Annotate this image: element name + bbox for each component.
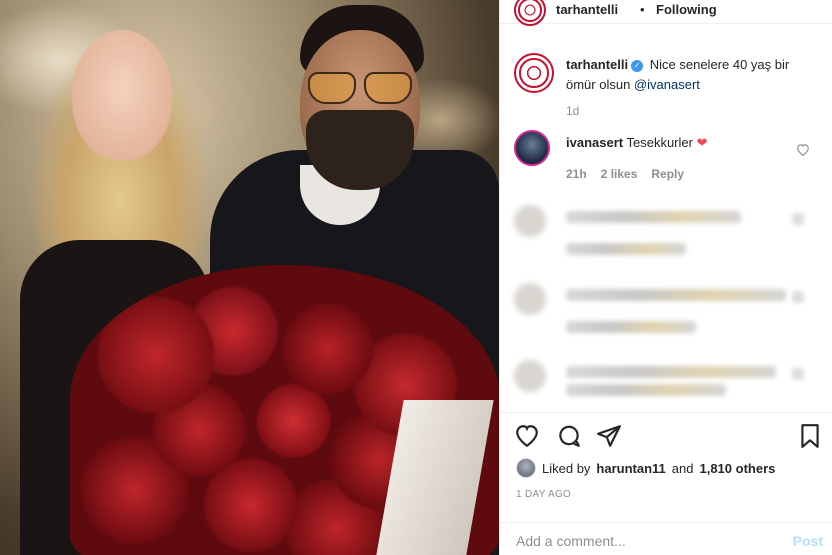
comment-input[interactable] xyxy=(516,533,766,549)
caption-age[interactable]: 1d xyxy=(566,104,816,118)
comment-icon[interactable] xyxy=(556,423,582,449)
share-icon[interactable] xyxy=(596,423,622,449)
blurred-text xyxy=(566,289,786,301)
header-username[interactable]: tarhantelli xyxy=(556,2,618,17)
follow-status-button[interactable]: Following xyxy=(656,2,717,17)
blurred-avatar xyxy=(514,205,546,237)
reply-body: ivanasert Tesekkurler ❤ xyxy=(566,133,796,153)
likes-count[interactable]: 1,810 others xyxy=(699,461,775,476)
liker-avatar[interactable] xyxy=(516,458,536,478)
reply-meta: 21h 2 likes Reply xyxy=(566,167,796,181)
bookmark-icon[interactable] xyxy=(797,423,823,449)
woman-face xyxy=(72,30,172,160)
blurred-comment xyxy=(514,283,814,343)
header-avatar[interactable] xyxy=(514,0,546,26)
likes-prefix: Liked by xyxy=(542,460,591,476)
heart-emoji: ❤ xyxy=(696,135,708,150)
post-timestamp[interactable]: 1 DAY AGO xyxy=(516,489,571,500)
caption-avatar[interactable] xyxy=(514,53,554,93)
post-button[interactable]: Post xyxy=(793,533,823,549)
blurred-text xyxy=(566,211,741,223)
reply-likes[interactable]: 2 likes xyxy=(601,167,638,181)
blurred-heart-icon xyxy=(792,368,804,380)
blurred-text-2 xyxy=(566,384,726,396)
blurred-heart-icon xyxy=(792,213,804,225)
likes-joiner: and xyxy=(671,460,694,476)
reply-button[interactable]: Reply xyxy=(651,167,684,181)
post-actions-bar xyxy=(500,412,832,458)
post-photo[interactable] xyxy=(0,0,499,555)
like-heart-icon[interactable] xyxy=(514,423,540,449)
blurred-avatar xyxy=(514,360,546,392)
caption-body: tarhantelli ✓ Nice senelere 40 yaş bir öm… xyxy=(566,55,816,95)
likes-summary: Liked by haruntan11 and 1,810 others xyxy=(516,458,775,478)
blurred-comment xyxy=(514,205,814,265)
reply-age[interactable]: 21h xyxy=(566,167,587,181)
add-comment-bar: Post xyxy=(500,522,832,555)
blurred-avatar xyxy=(514,283,546,315)
header-dot: • xyxy=(640,2,645,17)
caption-mention[interactable]: @ivanasert xyxy=(634,77,700,92)
blurred-heart-icon xyxy=(792,291,804,303)
reply-text: Tesekkurler xyxy=(626,135,693,150)
post-side-panel: tarhantelli • Following tarhantelli ✓ Nic… xyxy=(499,0,832,555)
man-glasses xyxy=(306,72,416,106)
blurred-meta xyxy=(566,243,686,255)
liker-username[interactable]: haruntan11 xyxy=(596,461,665,476)
caption: tarhantelli ✓ Nice senelere 40 yaş bir öm… xyxy=(566,55,816,118)
blurred-text xyxy=(566,366,776,378)
reply-avatar[interactable] xyxy=(514,130,550,166)
post-header: tarhantelli • Following xyxy=(500,0,832,26)
reply-comment: ivanasert Tesekkurler ❤ 21h 2 likes Reply xyxy=(566,133,796,181)
blurred-comment xyxy=(514,360,814,420)
caption-username[interactable]: tarhantelli xyxy=(566,57,628,72)
like-comment-heart-icon[interactable] xyxy=(796,143,810,156)
reply-username[interactable]: ivanasert xyxy=(566,135,623,150)
verified-badge-icon: ✓ xyxy=(631,59,644,72)
blurred-meta xyxy=(566,321,696,333)
